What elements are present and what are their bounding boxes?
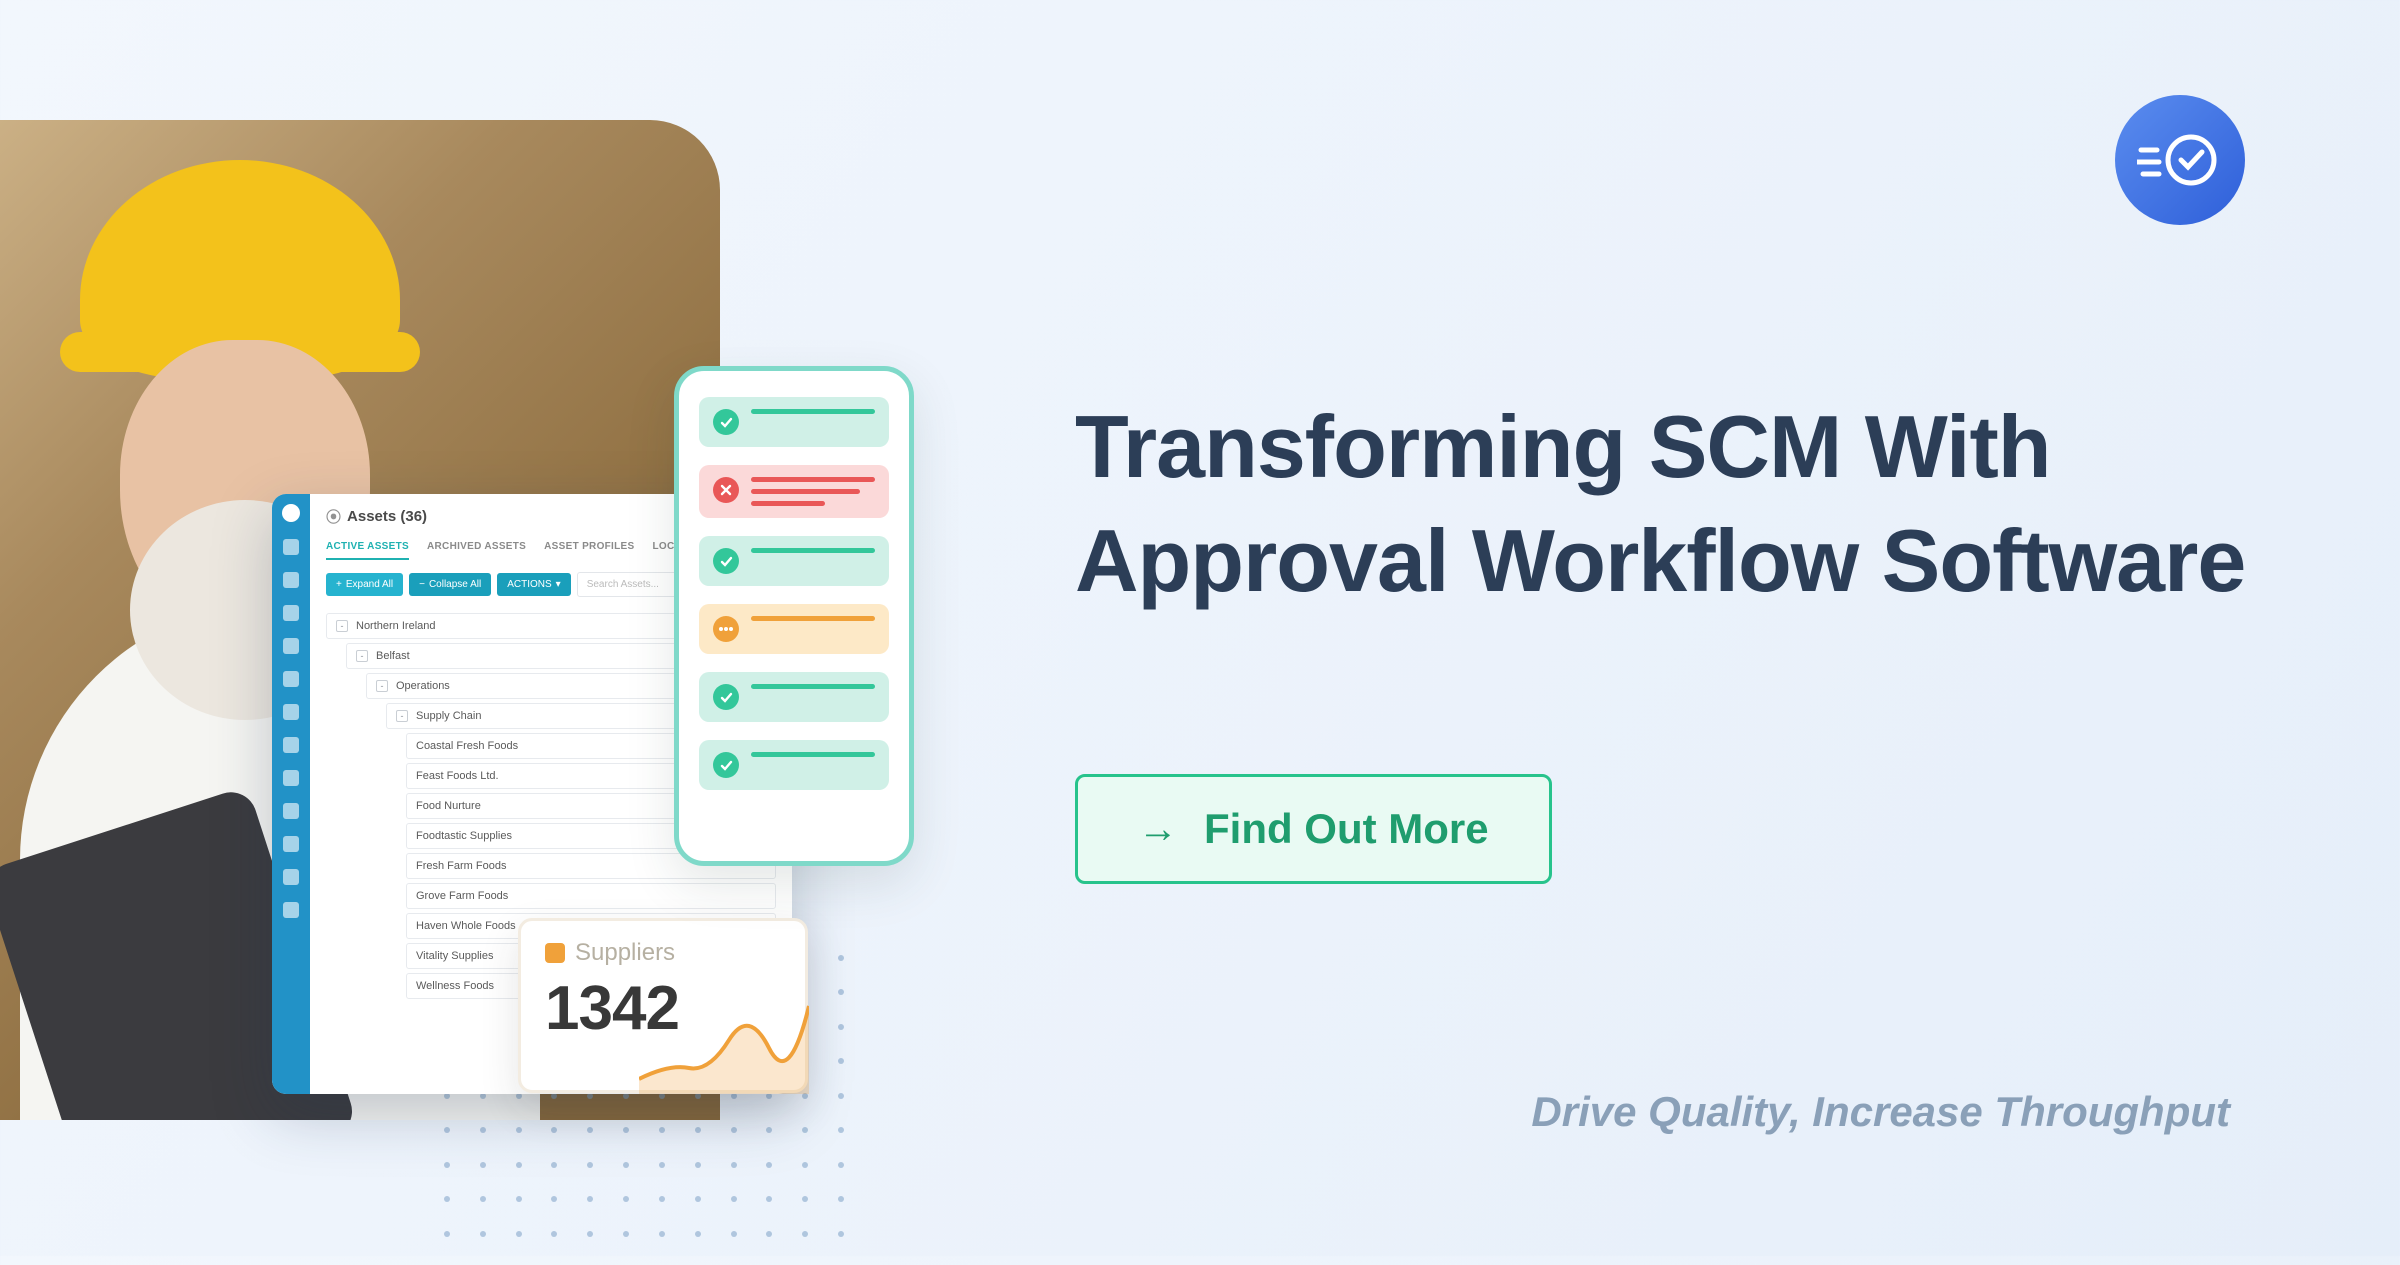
sidebar-gear-icon[interactable] bbox=[283, 803, 299, 819]
sidebar-box-icon[interactable] bbox=[283, 704, 299, 720]
tree-label: Belfast bbox=[376, 650, 410, 662]
approval-checklist-card bbox=[674, 366, 914, 866]
tree-toggle-icon[interactable]: - bbox=[396, 710, 408, 722]
tree-label: Foodtastic Supplies bbox=[416, 830, 512, 842]
sidebar-logo-icon bbox=[282, 504, 300, 522]
tree-label: Feast Foods Ltd. bbox=[416, 770, 499, 782]
sidebar-clock-icon[interactable] bbox=[283, 737, 299, 753]
tree-label: Operations bbox=[396, 680, 450, 692]
tree-label: Northern Ireland bbox=[356, 620, 436, 632]
sparkline-icon bbox=[639, 994, 809, 1094]
minus-icon: − bbox=[419, 579, 425, 590]
check-circle-icon bbox=[713, 684, 739, 710]
tree-label: Wellness Foods bbox=[416, 980, 494, 992]
x-circle-icon bbox=[713, 477, 739, 503]
assets-title: Assets (36) bbox=[347, 508, 427, 525]
kpi-color-swatch bbox=[545, 943, 565, 963]
app-sidebar bbox=[272, 494, 310, 1094]
speed-check-icon bbox=[2137, 130, 2223, 190]
sidebar-user-icon[interactable] bbox=[283, 869, 299, 885]
tree-row[interactable]: Grove Farm Foods bbox=[406, 883, 776, 909]
find-out-more-button[interactable]: → Find Out More bbox=[1075, 774, 1552, 884]
hero-composite: ⦿ Assets (36) ACTIVE ASSETS ARCHIVED ASS… bbox=[0, 120, 960, 1160]
page-headline: Transforming SCM With Approval Workflow … bbox=[1075, 390, 2275, 619]
tree-toggle-icon[interactable]: - bbox=[376, 680, 388, 692]
checklist-item bbox=[699, 740, 889, 790]
dots-circle-icon bbox=[713, 616, 739, 642]
tree-toggle-icon[interactable]: - bbox=[336, 620, 348, 632]
tree-label: Coastal Fresh Foods bbox=[416, 740, 518, 752]
tree-label: Food Nurture bbox=[416, 800, 481, 812]
tab-archived-assets[interactable]: ARCHIVED ASSETS bbox=[427, 541, 526, 560]
checklist-item bbox=[699, 672, 889, 722]
actions-button[interactable]: ACTIONS▾ bbox=[497, 573, 570, 596]
sidebar-bulb-icon[interactable] bbox=[283, 770, 299, 786]
cta-label: Find Out More bbox=[1204, 805, 1489, 853]
checklist-item bbox=[699, 604, 889, 654]
sidebar-chart-icon[interactable] bbox=[283, 638, 299, 654]
checklist-item bbox=[699, 465, 889, 518]
suppliers-kpi-card: Suppliers 1342 bbox=[518, 918, 808, 1093]
collapse-all-button[interactable]: −Collapse All bbox=[409, 573, 491, 596]
check-circle-icon bbox=[713, 752, 739, 778]
back-icon[interactable]: ⦿ bbox=[326, 506, 341, 527]
arrow-right-icon: → bbox=[1138, 807, 1178, 852]
brand-badge bbox=[2115, 95, 2245, 225]
tagline: Drive Quality, Increase Throughput bbox=[1531, 1088, 2230, 1136]
checklist-item bbox=[699, 536, 889, 586]
plus-icon: + bbox=[336, 579, 342, 590]
sidebar-help-icon[interactable] bbox=[283, 902, 299, 918]
tree-label: Grove Farm Foods bbox=[416, 890, 508, 902]
sidebar-list-icon[interactable] bbox=[283, 572, 299, 588]
check-circle-icon bbox=[713, 409, 739, 435]
sidebar-lock-icon[interactable] bbox=[283, 836, 299, 852]
tab-active-assets[interactable]: ACTIVE ASSETS bbox=[326, 541, 409, 560]
checklist-item bbox=[699, 397, 889, 447]
expand-all-button[interactable]: +Expand All bbox=[326, 573, 403, 596]
kpi-title: Suppliers bbox=[575, 939, 675, 967]
tree-label: Fresh Farm Foods bbox=[416, 860, 506, 872]
sidebar-home-icon[interactable] bbox=[283, 539, 299, 555]
tab-asset-profiles[interactable]: ASSET PROFILES bbox=[544, 541, 634, 560]
chevron-down-icon: ▾ bbox=[556, 579, 561, 590]
tree-label: Haven Whole Foods bbox=[416, 920, 516, 932]
sidebar-calendar-icon[interactable] bbox=[283, 605, 299, 621]
check-circle-icon bbox=[713, 548, 739, 574]
sidebar-reports-icon[interactable] bbox=[283, 671, 299, 687]
tree-label: Vitality Supplies bbox=[416, 950, 493, 962]
tree-toggle-icon[interactable]: - bbox=[356, 650, 368, 662]
tree-label: Supply Chain bbox=[416, 710, 481, 722]
